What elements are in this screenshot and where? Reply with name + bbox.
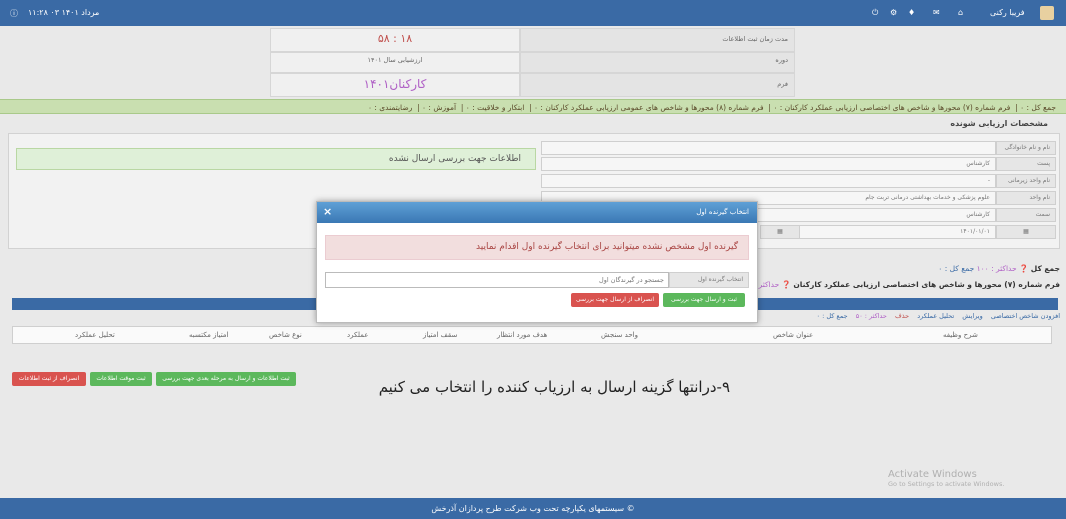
form-value: کارکنان۱۴۰۱ [270,73,520,97]
form7-title: فرم شماره (۷) محورها و شاخص های اختصاصی … [793,280,1060,289]
calendar-icon[interactable]: ▦ [996,225,1056,239]
time-label: مدت زمان ثبت اطلاعات [520,28,795,52]
temp-save-button[interactable]: ثبت موقت اطلاعات [90,372,152,386]
col-header: شرح وظیفه [943,331,978,339]
select-recipient-label: انتخاب گیرنده اول [669,272,749,288]
power-icon[interactable]: ⏻ [872,8,878,18]
col-header: عملکرد [347,331,369,339]
summary-satisfaction: رضایتمندی : ۰ [367,103,413,112]
modal-header: انتخاب گیرنده اول [317,202,757,223]
submit-send-button[interactable]: ثبت اطلاعات و ارسال به مرحله بعدی جهت بر… [156,372,296,386]
col-header: تحلیل عملکرد [75,331,115,339]
field-value-date: ۱۴۰۱/۰۱/۰۱ [770,225,996,239]
add-indicator-button[interactable]: افزودن شاخص اختصاصی [991,312,1060,320]
select-recipient-modal: انتخاب گیرنده اول × گیرنده اول مشخص نشده… [316,201,758,323]
col-header: امتیاز مکتسبه [189,331,229,339]
col-header: سقف امتیاز [423,331,458,339]
watermark-line1: Activate Windows [888,469,977,480]
datetime: ۱۱:۲۸ ۰۳ مرداد ۱۴۰۱ [28,8,100,17]
footer: سیستمهای یکپارچه تحت وب شرکت طرح پردازان… [0,498,1066,519]
field-value-post: کارشناس [541,157,996,171]
form-label: فرم [520,73,795,97]
col-header: نوع شاخص [269,331,302,339]
help-icon[interactable]: ❓ [1019,264,1028,273]
user-name[interactable]: فریبا رکنی [990,8,1025,17]
modal-alert: گیرنده اول مشخص نشده میتوانید برای انتخا… [325,235,749,260]
home-icon[interactable]: ⌂ [958,8,963,17]
analysis-button[interactable]: تحلیل عملکرد [917,312,954,320]
score-total-prefix: جمع کل [1030,264,1060,273]
cancel-submit-button[interactable]: انصراف از ثبت اطلاعات [12,372,86,386]
summary-form8: فرم شماره (۸) محورها و شاخص های عمومی ار… [534,103,764,112]
top-navbar: فریبا رکنی ⌂ ✉ ♦ ⚙ ⏻ ⓘ ۱۱:۲۸ ۰۳ مرداد ۱۴… [0,0,1066,26]
field-label-position: سمت [996,208,1056,222]
avatar[interactable] [1040,6,1054,20]
toolbar-total: جمع کل : ۰ [816,312,848,320]
close-icon[interactable]: × [323,205,332,218]
col-header: هدف مورد انتظار [497,331,548,339]
recipient-search-input[interactable] [325,272,669,288]
score-total-sum: جمع کل : ۰ [938,264,975,273]
col-header: واحد سنجش [601,331,638,339]
send-for-review-button[interactable]: ثبت و ارسال جهت بررسی [663,293,745,307]
time-value: ۱۸ : ۵۸ [270,28,520,52]
delete-button[interactable]: حذف [895,312,909,320]
summary-innovation: ابتکار و خلاقیت : ۰ [465,103,525,112]
edit-button[interactable]: ویرایش [962,312,982,320]
gear-icon[interactable]: ⚙ [890,8,897,17]
period-label: دوره [520,52,795,73]
score-header: جمع کل ❓ حداکثر : ۱۰۰ جمع کل : ۰ [938,264,1060,273]
no-info-message: اطلاعات جهت بررسی ارسال نشده [16,148,536,170]
mail-icon[interactable]: ✉ [933,8,940,17]
field-label-post: پست [996,157,1056,171]
help-icon-form7[interactable]: ❓ [782,280,791,289]
field-label-unit: نام واحد [996,191,1056,205]
cancel-send-button[interactable]: انصراف از ارسال جهت بررسی [571,293,659,307]
evaluatee-title: مشخصات ارزیابی شونده [950,119,1048,128]
calendar-icon-2[interactable]: ▦ [760,225,800,239]
watermark-line2: Go to Settings to activate Windows. [888,480,1005,488]
modal-title: انتخاب گیرنده اول [696,208,749,216]
period-value: ارزشیابی سال ۱۴۰۱ [270,52,520,73]
table-toolbar: افزودن شاخص اختصاصی ویرایش تحلیل عملکرد … [817,312,1061,320]
summary-form7: فرم شماره (۷) محورها و شاخص های اختصاصی … [773,103,1011,112]
field-label-name: نام و نام خانوادگی [996,141,1056,155]
info-icon[interactable]: ⓘ [10,8,18,19]
table-header-row: شرح وظیفه عنوان شاخص واحد سنجش هدف مورد … [12,326,1052,344]
field-value-subunit: - [541,174,996,188]
bell-icon[interactable]: ♦ [908,8,915,17]
score-max: حداکثر : ۱۰۰ [976,264,1017,273]
form7-header: فرم شماره (۷) محورها و شاخص های اختصاصی … [743,280,1060,289]
toolbar-max: حداکثر : ۵۰ [855,312,887,320]
summary-total: جمع کل : ۰ [1020,103,1056,112]
instruction-caption: ۹-درانتها گزینه ارسال به ارزیاب کننده را… [378,378,730,396]
field-label-subunit: نام واحد زیرمانی [996,174,1056,188]
score-summary-bar: جمع کل : ۰ | فرم شماره (۷) محورها و شاخص… [0,99,1066,114]
footer-text: سیستمهای یکپارچه تحت وب شرکت طرح پردازان… [431,504,625,513]
field-value-name [541,141,996,155]
activation-watermark: Activate Windows Go to Settings to activ… [888,469,1004,488]
summary-training: آموزش : ۰ [422,103,457,112]
col-header: عنوان شاخص [773,331,814,339]
